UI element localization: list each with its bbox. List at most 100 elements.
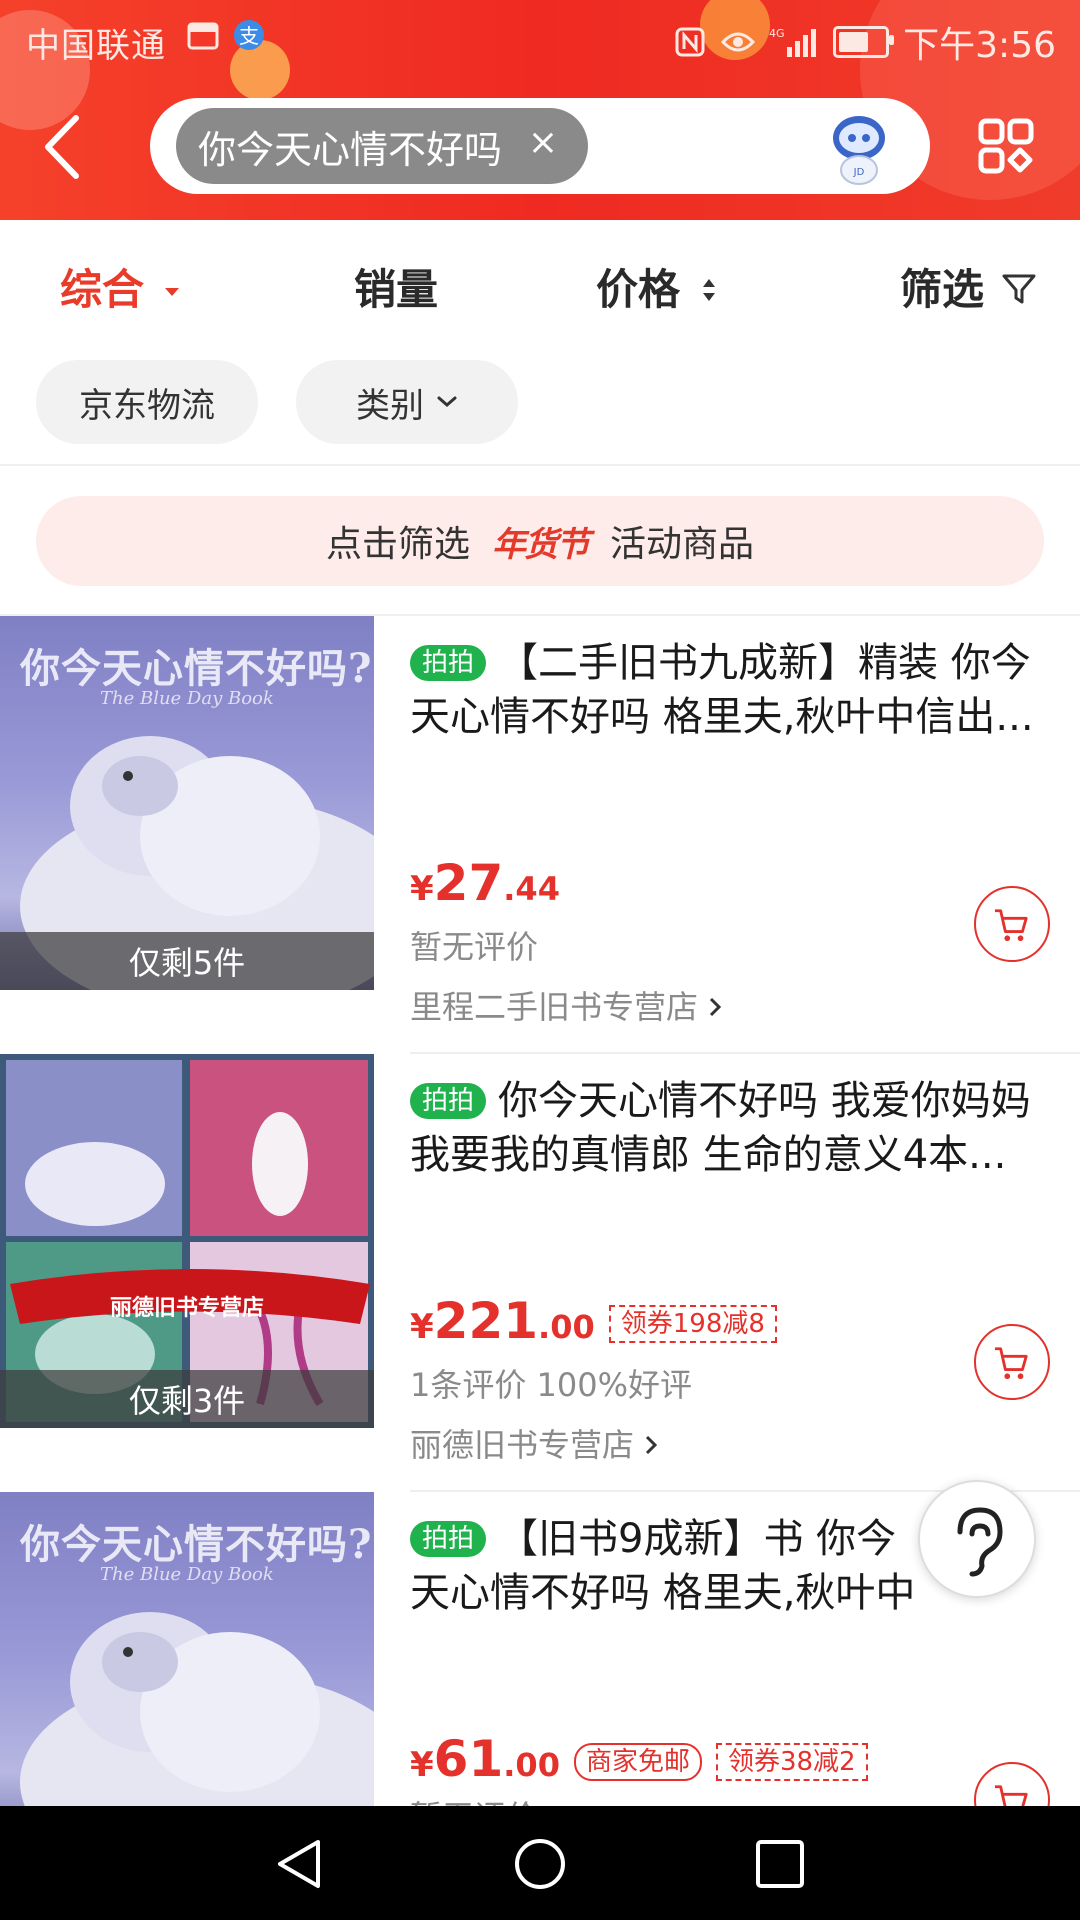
price-decimal: .00 xyxy=(503,1746,560,1784)
store-name: 里程二手旧书专营店 xyxy=(410,988,699,1026)
product-card[interactable]: 你今天心情不好吗? The Blue Day Book 仅剩5件 拍拍 【二手旧书… xyxy=(0,616,1080,1054)
jd-robot-icon[interactable]: JD xyxy=(824,108,894,186)
promo-suffix: 活动商品 xyxy=(610,524,755,565)
product-title[interactable]: 拍拍 你今天心情不好吗 我爱你妈妈 我要我的真情郎 生命的意义4本... xyxy=(410,1074,1060,1182)
system-navigation-bar xyxy=(0,1806,1080,1920)
nfc-icon xyxy=(675,27,705,57)
chip-category[interactable]: 类别 xyxy=(296,360,518,444)
paipai-badge: 拍拍 xyxy=(410,1083,487,1119)
price-row: ¥221.00 领券198减8 xyxy=(410,1292,777,1350)
product-card[interactable]: 丽德旧书专营店 仅剩3件 拍拍 你今天心情不好吗 我爱你妈妈 我要我的真情郎 生命… xyxy=(0,1054,1080,1492)
review-summary: 暂无评价 xyxy=(410,928,539,966)
price-decimal: .00 xyxy=(538,1308,595,1346)
app-header: 中国联通 支 4G 下午3:56 你今天心情不好吗 × JD xyxy=(0,0,1080,220)
store-name: 丽德旧书专营店 xyxy=(410,1426,635,1464)
add-to-cart-icon[interactable] xyxy=(974,886,1050,962)
price-integer: 61 xyxy=(433,1730,504,1788)
chevron-right-icon xyxy=(646,1435,658,1455)
status-app-icons: 支 xyxy=(186,18,266,52)
product-title-text: 【二手旧书九成新】精装 你今天心情不好吗 格里夫,秋叶中信出... xyxy=(410,640,1034,740)
promo-filter-banner[interactable]: 点击筛选 年货节 活动商品 xyxy=(36,496,1044,586)
calendar-icon xyxy=(187,22,219,50)
product-info: 拍拍 【二手旧书九成新】精装 你今天心情不好吗 格里夫,秋叶中信出... xyxy=(410,636,1060,744)
price-integer: 221 xyxy=(433,1292,539,1350)
sort-tab-label: 价格 xyxy=(596,265,681,314)
chevron-right-icon xyxy=(710,997,722,1017)
product-image[interactable]: 你今天心情不好吗? The Blue Day Book 仅剩5件 xyxy=(0,616,374,990)
product-price: ¥61.00 xyxy=(410,1730,560,1788)
price-row: ¥61.00 商家免邮 领券38减2 xyxy=(410,1730,868,1788)
ear-icon xyxy=(957,1507,1003,1577)
eye-icon xyxy=(721,32,756,52)
store-link[interactable]: 里程二手旧书专营店 xyxy=(410,982,722,1028)
store-banner-text: 丽德旧书专营店 xyxy=(109,1296,264,1321)
product-title[interactable]: 拍拍 【二手旧书九成新】精装 你今天心情不好吗 格里夫,秋叶中信出... xyxy=(410,636,1060,744)
filter-funnel-icon xyxy=(1002,274,1036,304)
svg-text:支: 支 xyxy=(239,24,259,48)
product-price: ¥221.00 xyxy=(410,1292,595,1350)
product-image[interactable]: 丽德旧书专营店 仅剩3件 xyxy=(0,1054,374,1428)
carrier-label: 中国联通 xyxy=(26,26,166,66)
floating-assistant-button[interactable] xyxy=(918,1480,1036,1598)
store-link[interactable]: 丽德旧书专营店 xyxy=(410,1420,658,1466)
price-currency: ¥ xyxy=(410,869,434,909)
search-query-chip[interactable]: 你今天心情不好吗 × xyxy=(176,108,588,184)
grid-menu-icon[interactable] xyxy=(978,118,1034,174)
status-right: 4G 下午3:56 xyxy=(673,16,1056,68)
search-box[interactable]: 你今天心情不好吗 × JD xyxy=(150,98,930,194)
product-title-text: 你今天心情不好吗 我爱你妈妈 我要我的真情郎 生命的意义4本... xyxy=(410,1078,1031,1178)
product-price: ¥27.44 xyxy=(410,854,560,912)
new-year-festival-logo: 年货节 xyxy=(492,524,590,565)
sort-arrows-icon xyxy=(702,279,715,301)
nav-back-icon[interactable] xyxy=(272,1836,328,1892)
back-arrow-icon[interactable] xyxy=(38,112,88,182)
search-query-text: 你今天心情不好吗 xyxy=(198,127,503,172)
section-divider xyxy=(0,464,1080,466)
price-decimal: .44 xyxy=(503,870,560,908)
svg-text:JD: JD xyxy=(853,167,865,178)
price-currency: ¥ xyxy=(410,1307,434,1347)
sort-tab-label: 筛选 xyxy=(900,265,985,314)
promo-prefix: 点击筛选 xyxy=(325,524,470,565)
sort-tab-label: 销量 xyxy=(354,265,439,314)
sort-tab-price[interactable]: 价格 xyxy=(596,256,717,317)
product-title[interactable]: 拍拍【旧书9成新】书 你今天心情不好吗 格里夫,秋叶中信出社 xyxy=(410,1512,930,1620)
signal-icon: 4G xyxy=(769,27,817,57)
svg-text:4G: 4G xyxy=(769,27,785,40)
nav-home-icon[interactable] xyxy=(512,1836,568,1892)
clear-query-icon[interactable]: × xyxy=(528,122,558,163)
paipai-badge: 拍拍 xyxy=(410,1521,487,1557)
sort-bar: 综合 销量 价格 筛选 xyxy=(0,220,1080,344)
add-to-cart-icon[interactable] xyxy=(974,1324,1050,1400)
alipay-icon: 支 xyxy=(234,20,264,50)
coupon-tag[interactable]: 领券198减8 xyxy=(608,1305,777,1343)
chip-label: 类别 xyxy=(356,385,424,426)
book-cover-title: 你今天心情不好吗? xyxy=(20,1521,373,1568)
chip-label: 京东物流 xyxy=(79,385,215,426)
free-shipping-tag: 商家免邮 xyxy=(573,1743,702,1781)
price-currency: ¥ xyxy=(410,1745,434,1785)
sort-tab-filter[interactable]: 筛选 xyxy=(900,256,1037,317)
nav-recents-icon[interactable] xyxy=(752,1836,808,1892)
filter-chip-row: 京东物流 类别 xyxy=(36,360,518,444)
product-info: 拍拍 你今天心情不好吗 我爱你妈妈 我要我的真情郎 生命的意义4本... xyxy=(410,1074,1060,1182)
product-title-text: 【旧书9成新】书 你今天心情不好吗 格里夫,秋叶中信出社 xyxy=(410,1516,916,1616)
battery-icon xyxy=(833,26,895,58)
add-to-cart-icon[interactable] xyxy=(974,1762,1050,1806)
stock-remaining-label: 仅剩5件 xyxy=(0,932,374,990)
book-cover-subtitle: The Blue Day Book xyxy=(100,688,274,709)
book-cover-subtitle: The Blue Day Book xyxy=(100,1564,274,1585)
book-cover-title: 你今天心情不好吗? xyxy=(20,645,373,692)
chip-jd-logistics[interactable]: 京东物流 xyxy=(36,360,258,444)
product-image[interactable]: 你今天心情不好吗? The Blue Day Book xyxy=(0,1492,374,1806)
sort-tab-label: 综合 xyxy=(60,265,145,314)
review-summary: 1条评价 100%好评 xyxy=(410,1366,693,1404)
status-bar: 中国联通 支 4G 下午3:56 xyxy=(0,0,1080,76)
price-row: ¥27.44 xyxy=(410,854,560,912)
sort-tab-sales[interactable]: 销量 xyxy=(354,256,438,317)
review-summary: 暂无评价 xyxy=(410,1792,538,1806)
price-integer: 27 xyxy=(433,854,504,912)
coupon-tag[interactable]: 领券38减2 xyxy=(715,1743,868,1781)
chevron-down-icon xyxy=(437,396,457,407)
sort-tab-comprehensive[interactable]: 综合 xyxy=(60,256,181,317)
